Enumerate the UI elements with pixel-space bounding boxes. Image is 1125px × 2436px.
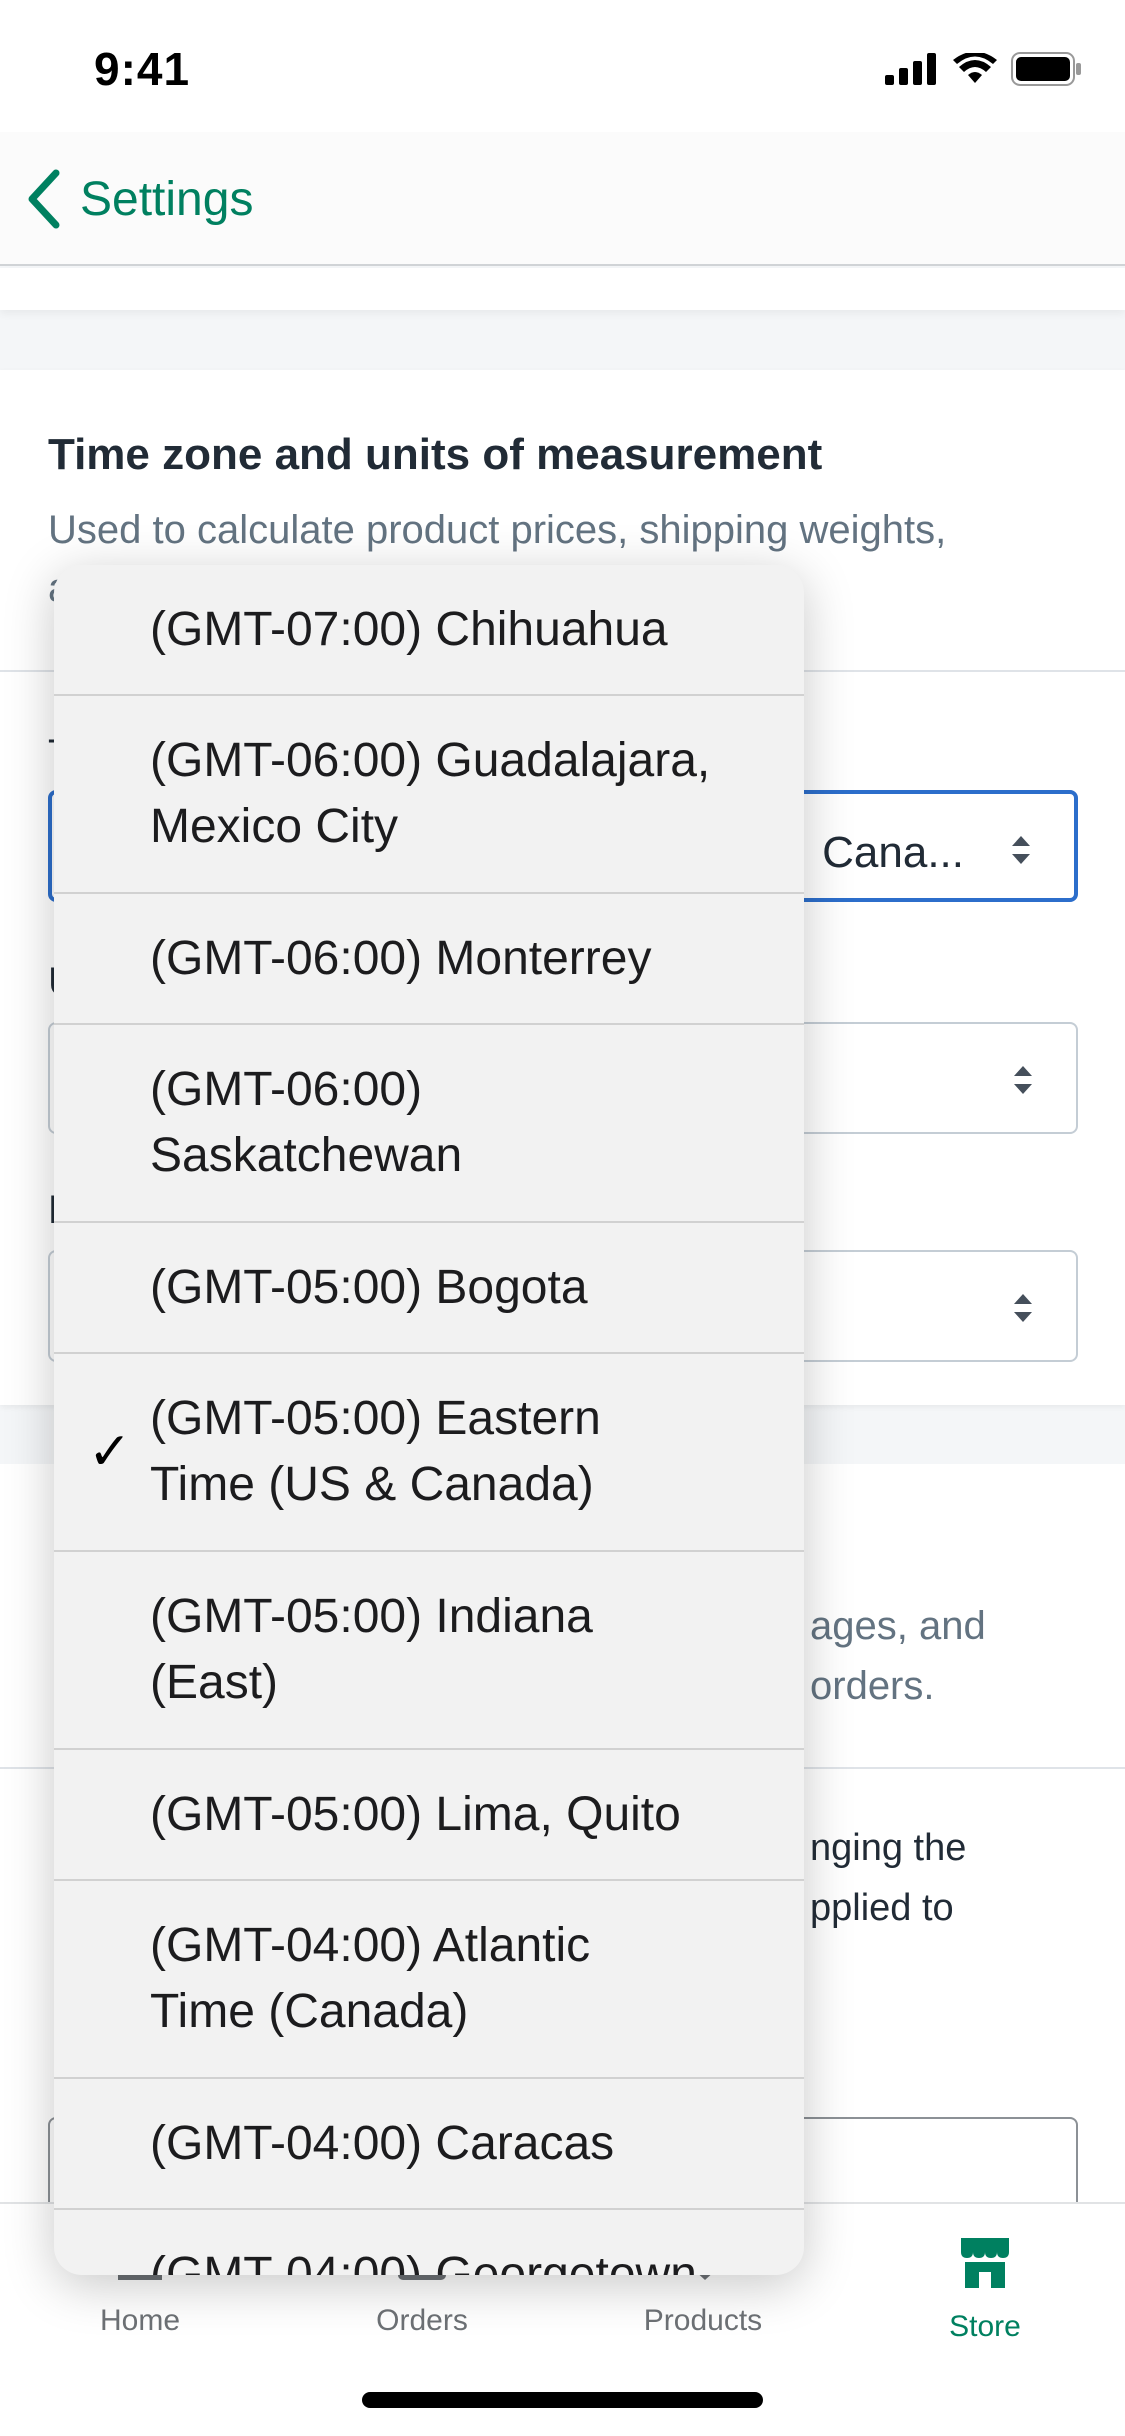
tab-label: Home xyxy=(99,2304,181,2337)
status-time: 9:41 xyxy=(94,43,191,95)
timezone-dropdown-menu: (GMT-07:00) Chihuahua (GMT-06:00) Guadal… xyxy=(54,565,804,2275)
cellular-signal-icon xyxy=(885,53,936,85)
dropdown-option[interactable]: (GMT-06:00) Monterrey xyxy=(54,894,804,1025)
section-title: Time zone and units of measurement xyxy=(48,430,823,479)
dropdown-option-selected[interactable]: ✓ (GMT-05:00) Eastern Time (US & Canada) xyxy=(54,1354,804,1552)
tab-label: Store xyxy=(949,2310,1021,2343)
timezone-select-value: Cana... xyxy=(822,828,964,877)
store-icon xyxy=(961,2238,1009,2288)
dropdown-option[interactable]: (GMT-04:00) Caracas xyxy=(54,2079,804,2210)
option-label: (GMT-04:00) Atlantic Time (Canada) xyxy=(150,1919,591,2038)
option-label: (GMT-07:00) Chihuahua xyxy=(150,602,668,656)
dropdown-option[interactable]: (GMT-06:00) Guadalajara, Mexico City xyxy=(54,696,804,894)
dropdown-option[interactable]: (GMT-07:00) Chihuahua xyxy=(54,565,804,696)
section-text: orders. xyxy=(810,1664,935,1708)
checkmark-icon: ✓ xyxy=(88,1423,132,1481)
option-label: (GMT-04:00) Georgetown xyxy=(150,2247,697,2276)
home-indicator xyxy=(362,2392,763,2408)
top-card xyxy=(0,268,1125,310)
dropdown-option[interactable]: (GMT-04:00) Georgetown xyxy=(54,2210,804,2276)
dropdown-option[interactable]: (GMT-05:00) Indiana (East) xyxy=(54,1552,804,1750)
option-label: (GMT-05:00) Lima, Quito xyxy=(150,1787,681,1841)
section-text: ages, and xyxy=(810,1604,986,1648)
dropdown-option[interactable]: (GMT-04:00) Atlantic Time (Canada) xyxy=(54,1881,804,2079)
navigation-bar: Settings xyxy=(0,132,1125,266)
wifi-icon xyxy=(953,53,997,83)
chevron-left-icon xyxy=(28,169,60,229)
section-text: nging the xyxy=(810,1827,967,1869)
battery-icon xyxy=(1011,52,1081,86)
tab-label: Orders xyxy=(376,2304,468,2337)
dropdown-option[interactable]: (GMT-05:00) Bogota xyxy=(54,1223,804,1354)
tab-label: Products xyxy=(643,2304,763,2337)
tab-store[interactable]: Store xyxy=(885,2234,1085,2344)
option-label: (GMT-06:00) Monterrey xyxy=(150,931,652,985)
option-label: (GMT-04:00) Caracas xyxy=(150,2116,615,2170)
section-description: Used to calculate product prices, shippi… xyxy=(48,508,947,552)
status-bar: 9:41 xyxy=(0,0,1125,132)
back-label: Settings xyxy=(80,172,254,226)
status-icons xyxy=(885,52,1083,86)
option-label: (GMT-05:00) Bogota xyxy=(150,1260,588,1314)
back-button[interactable]: Settings xyxy=(24,164,253,234)
dropdown-option[interactable]: (GMT-06:00) Saskatchewan xyxy=(54,1025,804,1223)
option-label: (GMT-06:00) Guadalajara, Mexico City xyxy=(150,734,711,853)
section-text: pplied to xyxy=(810,1887,954,1929)
option-label: (GMT-06:00) Saskatchewan xyxy=(150,1063,463,1182)
select-arrows-icon xyxy=(1014,1066,1032,1094)
option-label: (GMT-05:00) Indiana (East) xyxy=(150,1590,593,1709)
select-arrows-icon xyxy=(1012,836,1030,864)
select-arrows-icon xyxy=(1014,1294,1032,1322)
dropdown-option[interactable]: (GMT-05:00) Lima, Quito xyxy=(54,1750,804,1881)
option-label: (GMT-05:00) Eastern Time (US & Canada) xyxy=(150,1392,601,1511)
